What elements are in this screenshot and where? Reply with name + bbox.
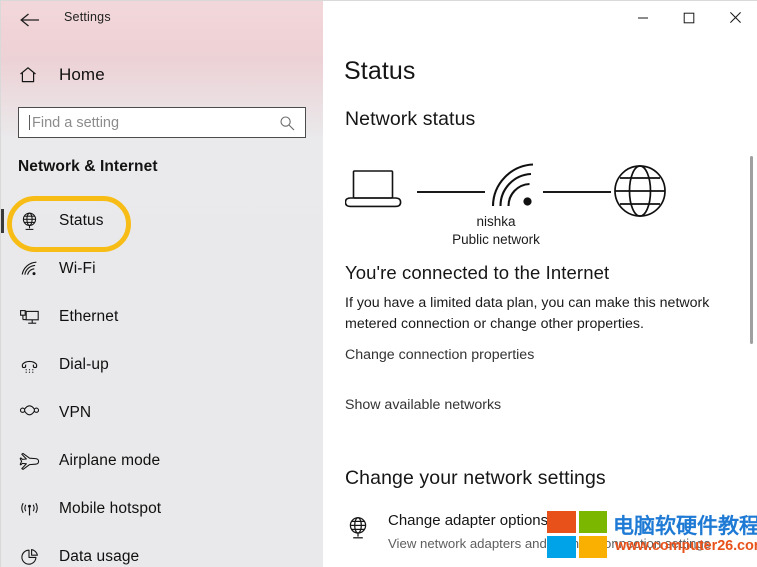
sidebar-item-status[interactable]: Status [1, 197, 323, 245]
sidebar-item-vpn[interactable]: VPN [1, 389, 323, 437]
pie-chart-icon [17, 545, 41, 567]
main-content: Status Network status nishka Public netw… [323, 1, 757, 567]
window-title: Settings [64, 10, 111, 24]
search-placeholder: Find a setting [32, 114, 120, 131]
sidebar-item-label: Dial-up [59, 356, 109, 373]
connected-heading: You're connected to the Internet [345, 262, 610, 283]
home-icon [17, 64, 39, 86]
show-available-networks-link[interactable]: Show available networks [345, 397, 501, 413]
sidebar: Settings Home Find a setting Network & I… [1, 1, 323, 567]
search-icon[interactable] [278, 114, 296, 132]
sidebar-item-label: Mobile hotspot [59, 500, 162, 517]
vpn-icon [17, 401, 41, 425]
sidebar-nav-list: Status Wi-Fi Ethernet Dial-up VPN Airpla… [1, 197, 323, 567]
sidebar-item-label: Status [59, 212, 104, 229]
change-network-settings-heading: Change your network settings [345, 467, 606, 489]
scrollbar-track[interactable] [744, 34, 757, 567]
adapter-subtitle: View network adapters and change connect… [388, 536, 711, 551]
connected-description: If you have a limited data plan, you can… [345, 295, 710, 332]
search-input[interactable]: Find a setting [18, 107, 306, 138]
network-ssid: nishka [476, 214, 516, 229]
page-title: Status [344, 57, 416, 85]
sidebar-section-header: Network & Internet [18, 158, 158, 175]
network-type: Public network [452, 232, 540, 247]
sidebar-item-label: Wi-Fi [59, 260, 96, 277]
laptop-icon [344, 169, 403, 218]
sidebar-item-label: Data usage [59, 548, 140, 565]
home-label: Home [59, 65, 105, 84]
dialup-phone-icon [17, 353, 41, 377]
window-controls [620, 1, 757, 34]
back-arrow-icon[interactable] [13, 7, 47, 33]
sidebar-item-ethernet[interactable]: Ethernet [1, 293, 323, 341]
change-adapter-options-item[interactable]: Change adapter options View network adap… [345, 511, 745, 559]
minimize-icon[interactable] [620, 1, 666, 34]
sidebar-item-label: VPN [59, 404, 92, 421]
globe-stand-icon [17, 209, 41, 233]
wifi-signal-icon [490, 161, 538, 214]
sidebar-item-label: Airplane mode [59, 452, 161, 469]
maximize-icon[interactable] [666, 1, 712, 34]
sidebar-item-data-usage[interactable]: Data usage [1, 533, 323, 567]
text-caret [29, 115, 30, 130]
globe-icon [613, 164, 667, 223]
change-connection-properties-link[interactable]: Change connection properties [345, 347, 534, 363]
network-status-heading: Network status [345, 108, 476, 130]
settings-window: Settings Home Find a setting Network & I… [0, 0, 757, 567]
scrollbar-thumb[interactable] [750, 156, 753, 344]
network-adapter-icon [345, 515, 371, 541]
connection-line-right [543, 191, 611, 193]
titlebar-left: Settings [1, 1, 323, 35]
sidebar-item-mobile-hotspot[interactable]: Mobile hotspot [1, 485, 323, 533]
sidebar-item-dialup[interactable]: Dial-up [1, 341, 323, 389]
connection-line-left [417, 191, 485, 193]
close-icon[interactable] [712, 1, 757, 34]
sidebar-item-airplane-mode[interactable]: Airplane mode [1, 437, 323, 485]
sidebar-item-wifi[interactable]: Wi-Fi [1, 245, 323, 293]
ethernet-icon [17, 305, 41, 329]
sidebar-item-label: Ethernet [59, 308, 119, 325]
airplane-icon [17, 449, 41, 473]
adapter-title: Change adapter options [388, 512, 549, 529]
hotspot-icon [17, 497, 41, 521]
sidebar-item-home[interactable]: Home [1, 61, 323, 89]
wifi-icon [17, 257, 41, 281]
network-diagram: nishka Public network [344, 161, 667, 251]
